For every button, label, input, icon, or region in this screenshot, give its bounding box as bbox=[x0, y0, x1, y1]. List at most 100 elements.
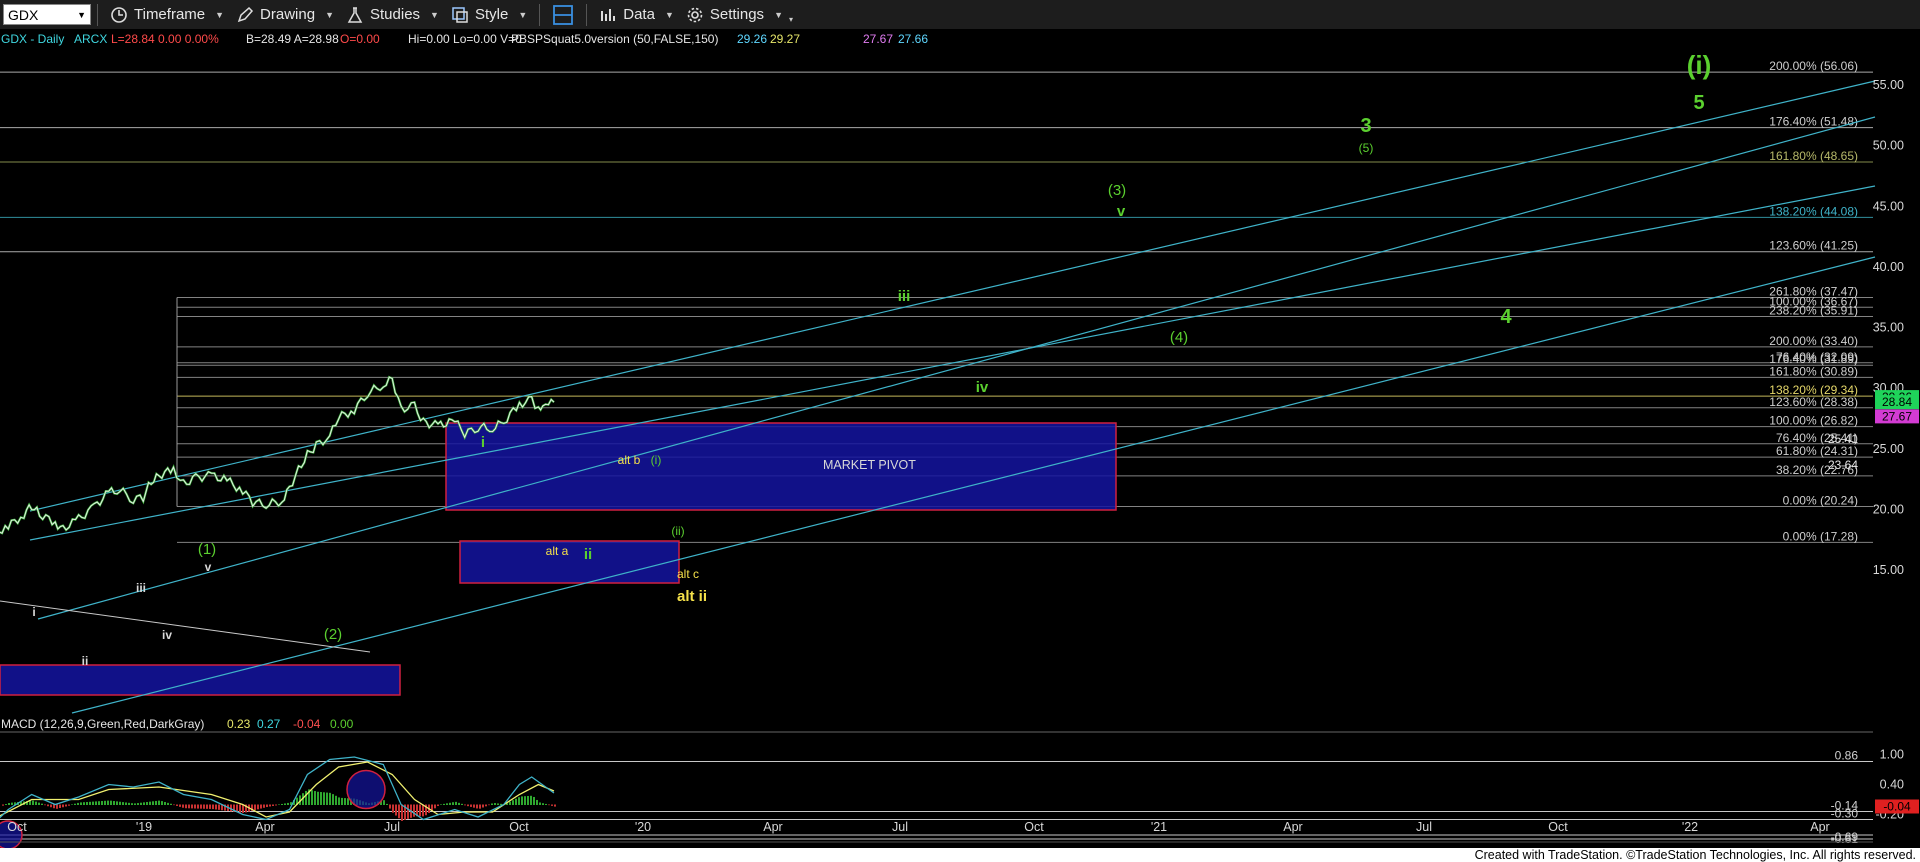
macd-histogram-bar bbox=[473, 804, 475, 808]
price-level-label: 25.41 bbox=[1828, 432, 1858, 446]
fib-label: 0.00% (20.24) bbox=[1783, 493, 1858, 507]
macd-histogram-bar bbox=[485, 804, 487, 807]
alt-support-box[interactable] bbox=[459, 540, 680, 584]
macd-histogram-bar bbox=[392, 804, 394, 813]
layout-button[interactable] bbox=[546, 0, 580, 29]
market-pivot-box[interactable] bbox=[445, 422, 1117, 511]
time-axis-tick: Jul bbox=[1416, 820, 1432, 834]
macd-histogram-bar bbox=[80, 802, 82, 805]
settings-button[interactable]: Settings ▼ ▾ bbox=[680, 0, 799, 29]
macd-histogram-bar bbox=[305, 790, 307, 805]
symbol-input[interactable]: GDX ▼ bbox=[3, 4, 91, 25]
studies-button[interactable]: Studies ▼ bbox=[340, 0, 445, 29]
fib-label: 176.40% (51.48) bbox=[1769, 115, 1858, 129]
macd-histogram-bar bbox=[110, 800, 112, 805]
header-study: PBSPSquat5.0version (50,FALSE,150) bbox=[511, 32, 718, 46]
macd-histogram-bar bbox=[167, 802, 169, 805]
macd-histogram-bar bbox=[389, 804, 391, 809]
macd-histogram-bar bbox=[548, 804, 550, 806]
macd-histogram-bar bbox=[467, 804, 469, 807]
bottom-support-box[interactable] bbox=[0, 664, 401, 696]
macd-histogram-bar bbox=[530, 795, 532, 805]
timeframe-label: Timeframe bbox=[134, 6, 206, 23]
chevron-down-icon: ▼ bbox=[77, 9, 86, 20]
style-button[interactable]: Style ▼ bbox=[445, 0, 533, 29]
macd-histogram-bar bbox=[8, 803, 10, 805]
price-level-label: 23.64 bbox=[1828, 458, 1858, 472]
macd-histogram-bar bbox=[491, 803, 493, 805]
macd-histogram-bar bbox=[65, 804, 67, 807]
macd-histogram-bar bbox=[419, 804, 421, 817]
style-icon bbox=[452, 6, 468, 23]
timeframe-button[interactable]: Timeframe ▼ bbox=[104, 0, 230, 29]
macd-histogram-bar bbox=[272, 804, 274, 806]
macd-histogram-bar bbox=[203, 804, 205, 809]
macd-histogram-bar bbox=[482, 804, 484, 808]
macd-axis-tick: 0.40 bbox=[1880, 778, 1904, 792]
header-hilo: Hi=0.00 Lo=0.00 V=0 bbox=[408, 32, 522, 46]
macd-histogram-bar bbox=[470, 804, 472, 807]
macd-histogram-bar bbox=[68, 804, 70, 806]
wave-label: (1) bbox=[198, 541, 216, 558]
data-button[interactable]: Data ▼ bbox=[593, 0, 680, 29]
fib-label: 238.20% (35.91) bbox=[1769, 303, 1858, 317]
time-axis-tick: '20 bbox=[635, 820, 651, 834]
wave-label: ii bbox=[82, 654, 89, 668]
macd-histogram-bar bbox=[479, 804, 481, 809]
macd-histogram-bar bbox=[98, 801, 100, 805]
drawing-button[interactable]: Drawing ▼ bbox=[230, 0, 340, 29]
chevron-down-icon: ▼ bbox=[430, 9, 439, 20]
macd-histogram-bar bbox=[554, 804, 556, 807]
macd-histogram-bar bbox=[422, 804, 424, 817]
macd-histogram-bar bbox=[323, 792, 325, 805]
chevron-down-icon: ▼ bbox=[215, 9, 225, 20]
macd-histogram-bar bbox=[311, 790, 313, 805]
macd-histogram-bar bbox=[161, 801, 163, 805]
price-axis-tick: 45.00 bbox=[1873, 199, 1904, 213]
wave-label: alt ii bbox=[677, 588, 707, 605]
macd-histogram-bar bbox=[212, 804, 214, 810]
clock-icon bbox=[111, 6, 127, 23]
price-axis-tick: 35.00 bbox=[1873, 321, 1904, 335]
macd-histogram-bar bbox=[512, 800, 514, 805]
macd-histogram-bar bbox=[149, 801, 151, 805]
macd-level-label: -0.30 bbox=[1831, 807, 1859, 821]
macd-histogram-bar bbox=[518, 797, 520, 805]
time-axis-tick: Jul bbox=[384, 820, 400, 834]
toolbar-divider bbox=[97, 3, 98, 26]
footer: Created with TradeStation. ©TradeStation… bbox=[0, 848, 1920, 862]
macd-histogram-bar bbox=[260, 804, 262, 809]
price-chart[interactable]: 200.00% (56.06) 176.40% (51.48) 161.80% (4… bbox=[0, 29, 1920, 848]
macd-histogram-bar bbox=[5, 804, 7, 805]
macd-histogram-bar bbox=[215, 804, 217, 810]
macd-histogram-bar bbox=[200, 804, 202, 809]
wave-label: alt b bbox=[618, 453, 641, 467]
macd-histogram-bar bbox=[107, 800, 109, 805]
macd-histogram-bar bbox=[152, 801, 154, 805]
macd-histogram-bar bbox=[332, 794, 334, 805]
wave-label: (i) bbox=[651, 453, 662, 467]
macd-histogram-bar bbox=[395, 804, 397, 816]
wave-label: 3 bbox=[1360, 115, 1371, 137]
macd-histogram-bar bbox=[176, 804, 178, 806]
price-tag-label: 27.67 bbox=[1882, 409, 1912, 423]
macd-histogram-bar bbox=[125, 802, 127, 805]
fib-label: 161.80% (48.65) bbox=[1769, 149, 1858, 163]
time-axis-tick: Apr bbox=[1810, 820, 1829, 834]
macd-label: MACD (12,26,9,Green,Red,DarkGray) bbox=[1, 717, 204, 731]
toolbar-divider bbox=[539, 3, 541, 26]
macd-histogram-bar bbox=[53, 804, 55, 809]
macd-histogram-bar bbox=[278, 804, 280, 805]
macd-histogram-bar bbox=[62, 804, 64, 808]
macd-histogram-bar bbox=[281, 803, 283, 805]
macd-histogram-bar bbox=[239, 804, 241, 813]
macd-histogram-bar bbox=[257, 804, 259, 810]
wave-label: v bbox=[1117, 203, 1126, 220]
macd-histogram-bar bbox=[287, 802, 289, 805]
fib-label: 123.60% (28.38) bbox=[1769, 395, 1858, 409]
macd-histogram-bar bbox=[2, 804, 4, 806]
macd-histogram-bar bbox=[11, 802, 13, 805]
macd-histogram-bar bbox=[515, 798, 517, 805]
chevron-down-icon: ▼ bbox=[774, 9, 783, 20]
macd-histogram-bar bbox=[326, 792, 328, 805]
